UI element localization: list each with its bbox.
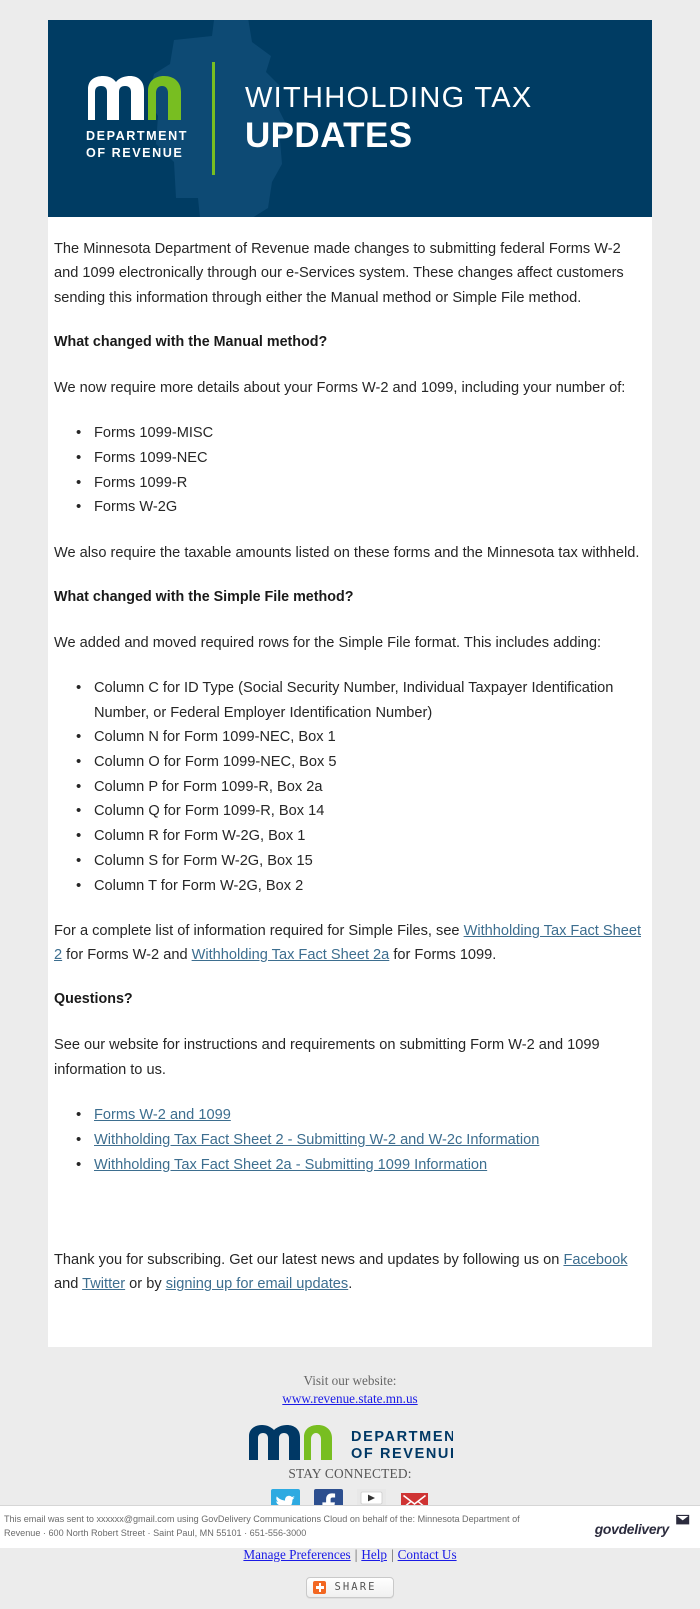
link-help[interactable]: Help xyxy=(361,1547,387,1562)
complete-list-paragraph: For a complete list of information requi… xyxy=(54,919,646,968)
heading-simple-file-method: What changed with the Simple File method… xyxy=(54,589,354,606)
list-item: Column S for Form W-2G, Box 15 xyxy=(76,849,646,874)
footer-logo-department: DEPARTMENT xyxy=(351,1429,453,1445)
disclaimer-line-1: This email was sent to xxxxxx@gmail.com … xyxy=(4,1514,520,1525)
complete-list-text-mid: for Forms W-2 and xyxy=(62,947,192,964)
questions-links-list: Forms W-2 and 1099 Withholding Tax Fact … xyxy=(54,1103,646,1178)
heading-manual-method: What changed with the Manual method? xyxy=(54,334,328,351)
banner-inner: DEPARTMENT OF REVENUE WITHHOLDING TAX UP… xyxy=(48,20,652,217)
list-item: Column Q for Form 1099-R, Box 14 xyxy=(76,799,646,824)
govdelivery-logo: govdelivery xyxy=(593,1514,694,1540)
govdelivery-envelope-icon xyxy=(676,1514,690,1525)
banner-titles: WITHHOLDING TAX UPDATES xyxy=(245,82,533,156)
mn-logo-revenue: OF REVENUE xyxy=(86,146,184,160)
list-item: Forms 1099-MISC xyxy=(76,421,646,446)
govdelivery-bottom-bar: This email was sent to xxxxxx@gmail.com … xyxy=(0,1505,700,1548)
disclaimer-line-2: Revenue · 600 North Robert Street · Sain… xyxy=(4,1528,307,1538)
manual-forms-list: Forms 1099-MISC Forms 1099-NEC Forms 109… xyxy=(54,421,646,520)
link-revenue-website[interactable]: www.revenue.state.mn.us xyxy=(282,1391,417,1407)
thanks-text-mid2: or by xyxy=(125,1276,166,1293)
email-footer: Visit our website: www.revenue.state.mn.… xyxy=(0,1347,700,1609)
link-separator-2: | xyxy=(390,1546,394,1562)
list-item: Column R for Form W-2G, Box 1 xyxy=(76,824,646,849)
link-separator-1: | xyxy=(354,1546,358,1562)
email-wrapper: DEPARTMENT OF REVENUE WITHHOLDING TAX UP… xyxy=(0,0,700,1348)
share-button-label: SHARE xyxy=(334,1581,377,1594)
heading-questions: Questions? xyxy=(54,991,133,1008)
link-facebook[interactable]: Facebook xyxy=(563,1252,627,1268)
list-item: Forms W-2G xyxy=(76,495,646,520)
questions-lead-paragraph: See our website for instructions and req… xyxy=(54,1037,600,1078)
bottom-bar-disclaimer: This email was sent to xxxxxx@gmail.com … xyxy=(4,1513,520,1540)
mn-wordmark-icon xyxy=(88,76,181,121)
list-item: Column C for ID Type (Social Security Nu… xyxy=(76,676,646,724)
share-plus-icon xyxy=(313,1580,327,1594)
mn-dor-footer-logo: DEPARTMENT OF REVENUE xyxy=(249,1424,453,1462)
list-item: Forms W-2 and 1099 xyxy=(76,1103,646,1128)
govdelivery-wordmark: govdelivery xyxy=(594,1521,671,1537)
thanks-text-mid: and xyxy=(54,1276,83,1293)
thank-you-paragraph: Thank you for subscribing. Get our lates… xyxy=(54,1248,646,1297)
manual-after-paragraph: We also require the taxable amounts list… xyxy=(54,544,640,561)
thanks-text-pre: Thank you for subscribing. Get our lates… xyxy=(54,1251,564,1268)
subscriber-services-links: Manage Preferences | Help | Contact Us xyxy=(0,1547,700,1563)
share-button[interactable]: SHARE xyxy=(306,1576,394,1598)
simple-lead-paragraph: We added and moved required rows for the… xyxy=(54,634,602,651)
link-fact-sheet-2a-full[interactable]: Withholding Tax Fact Sheet 2a - Submitti… xyxy=(94,1157,487,1173)
email-header-banner: DEPARTMENT OF REVENUE WITHHOLDING TAX UP… xyxy=(48,20,652,217)
mn-logo-department: DEPARTMENT xyxy=(86,129,189,144)
simple-file-columns-list: Column C for ID Type (Social Security Nu… xyxy=(54,676,646,899)
banner-divider xyxy=(212,62,215,175)
visit-website-label: Visit our website: xyxy=(303,1373,397,1389)
mn-logo-text: DEPARTMENT OF REVENUE xyxy=(86,128,198,161)
list-item: Forms 1099-NEC xyxy=(76,446,646,471)
list-item: Forms 1099-R xyxy=(76,471,646,496)
footer-logo-revenue: OF REVENUE xyxy=(351,1446,453,1462)
link-fact-sheet-2a[interactable]: Withholding Tax Fact Sheet 2a xyxy=(192,947,390,963)
manual-lead-paragraph: We now require more details about your F… xyxy=(54,379,626,396)
email-card: DEPARTMENT OF REVENUE WITHHOLDING TAX UP… xyxy=(48,20,652,1348)
list-item: Withholding Tax Fact Sheet 2 - Submittin… xyxy=(76,1128,646,1153)
link-email-signup[interactable]: signing up for email updates xyxy=(166,1276,349,1292)
link-contact-us[interactable]: Contact Us xyxy=(398,1547,457,1562)
email-body: The Minnesota Department of Revenue made… xyxy=(48,217,652,1347)
banner-title-line2: UPDATES xyxy=(245,116,413,156)
link-manage-preferences[interactable]: Manage Preferences xyxy=(243,1547,350,1562)
link-forms-w2-and-1099[interactable]: Forms W-2 and 1099 xyxy=(94,1107,231,1123)
govdelivery-logo-icon: govdelivery xyxy=(594,1514,690,1537)
list-item: Withholding Tax Fact Sheet 2a - Submitti… xyxy=(76,1153,646,1178)
link-fact-sheet-2-full[interactable]: Withholding Tax Fact Sheet 2 - Submittin… xyxy=(94,1132,539,1148)
intro-paragraph: The Minnesota Department of Revenue made… xyxy=(54,241,624,306)
list-item: Column T for Form W-2G, Box 2 xyxy=(76,874,646,899)
list-item: Column O for Form 1099-NEC, Box 5 xyxy=(76,750,646,775)
list-item: Column N for Form 1099-NEC, Box 1 xyxy=(76,725,646,750)
list-item: Column P for Form 1099-R, Box 2a xyxy=(76,775,646,800)
banner-title-line1: WITHHOLDING TAX xyxy=(245,81,533,114)
stay-connected-label: STAY CONNECTED: xyxy=(288,1465,412,1481)
mn-dor-logo: DEPARTMENT OF REVENUE xyxy=(86,75,198,161)
complete-list-text-post: for Forms 1099. xyxy=(389,947,497,964)
link-twitter[interactable]: Twitter xyxy=(82,1276,125,1292)
complete-list-text-pre: For a complete list of information requi… xyxy=(54,922,464,939)
thanks-text-post: . xyxy=(348,1276,353,1293)
